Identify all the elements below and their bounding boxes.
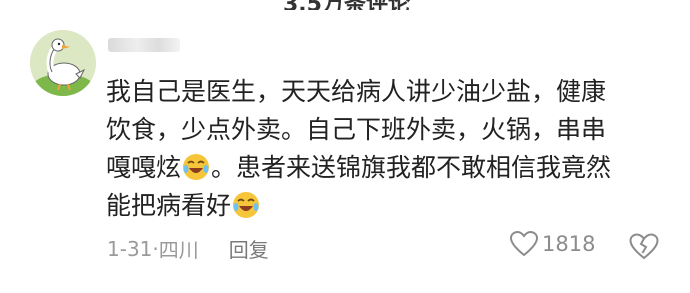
- comment-text: 我自己是医生，天天给病人讲少油少盐，健康 饮食，少点外卖。自己下班外卖，火锅，串…: [106, 73, 686, 225]
- comment-line-2: 饮食，少点外卖。自己下班外卖，火锅，串串: [106, 115, 607, 144]
- like-button[interactable]: 1818: [510, 231, 595, 257]
- cropped-header: 3.5万条评论: [0, 0, 690, 10]
- comment-line-3-end: 。患者来送锦旗我都不敢相信我竟然: [211, 153, 612, 182]
- comment-card: 3.5万条评论 我自己是医生，天天给病人讲少油少盐，健康 饮食，少点外卖。自己下…: [0, 0, 690, 293]
- comment-date: 1-31: [107, 236, 153, 261]
- comment-line-4-start: 能把病看好: [106, 191, 232, 220]
- laugh-cry-emoji-icon: [232, 191, 260, 219]
- like-count: 1818: [542, 232, 596, 256]
- broken-heart-icon: [629, 233, 659, 260]
- comment-count-title: 3.5万条评论: [283, 0, 410, 10]
- dislike-button[interactable]: [629, 233, 659, 264]
- reply-button[interactable]: 回复: [229, 234, 269, 263]
- laugh-cry-emoji-icon: [182, 153, 210, 181]
- comment-line-4: 能把病看好: [106, 187, 686, 225]
- comment-line-3-start: 嘎嘎炫: [106, 153, 182, 182]
- comment-meta: 1-31 · 四川 回复: [107, 234, 269, 263]
- avatar[interactable]: [30, 30, 96, 96]
- comment-line-3: 嘎嘎炫 。患者来送锦旗我都不敢相信我竟然: [106, 149, 686, 187]
- comment-location: 四川: [158, 238, 199, 262]
- goose-avatar-icon: [30, 30, 96, 96]
- username-blurred[interactable]: [108, 38, 180, 52]
- heart-outline-icon: [510, 231, 538, 257]
- comment-line-1: 我自己是医生，天天给病人讲少油少盐，健康: [106, 77, 607, 106]
